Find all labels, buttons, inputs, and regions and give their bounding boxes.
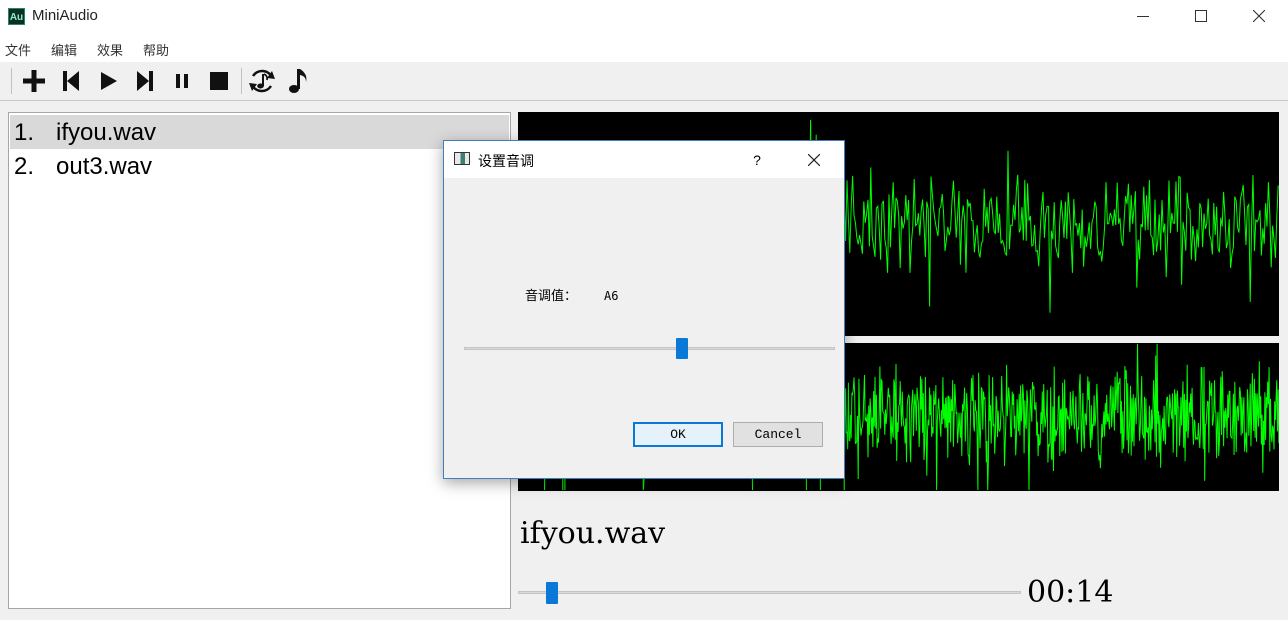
progress-slider-thumb[interactable] — [546, 582, 559, 604]
maximize-icon — [1195, 10, 1207, 22]
cancel-button[interactable]: Cancel — [733, 422, 823, 447]
next-button[interactable] — [130, 67, 160, 95]
time-display: 00:14 — [1027, 575, 1114, 610]
pitch-slider-track[interactable] — [464, 347, 835, 350]
dialog-title-bar: 设置音调 ? — [444, 141, 844, 178]
progress-track[interactable] — [518, 591, 1021, 594]
toolbar-grip — [11, 68, 12, 94]
toolbar — [0, 62, 1288, 101]
previous-button[interactable] — [56, 67, 86, 95]
close-icon — [808, 154, 820, 166]
pause-button[interactable] — [167, 67, 197, 95]
pitch-dialog: 设置音调 ? 音调值： A6 OK Cancel — [443, 140, 845, 479]
play-button[interactable] — [93, 67, 123, 95]
playlist-item-name: out3.wav — [56, 153, 153, 180]
pitch-label: 音调值： — [525, 289, 578, 304]
menu-effects[interactable]: 效果 — [97, 40, 123, 59]
previous-track-icon — [63, 71, 79, 91]
dialog-help-button[interactable]: ? — [742, 149, 772, 171]
maximize-button[interactable] — [1172, 0, 1230, 32]
playlist-item-number: 1. — [14, 119, 35, 146]
music-note-icon — [289, 69, 307, 93]
pitch-button[interactable] — [247, 67, 277, 95]
menu-help[interactable]: 帮助 — [143, 40, 169, 59]
minimize-button[interactable] — [1114, 0, 1172, 32]
playlist-item-name: ifyou.wav — [56, 119, 157, 146]
playlist[interactable]: 1. ifyou.wav 2. out3.wav — [8, 112, 511, 609]
close-icon — [1253, 10, 1265, 22]
now-playing-title: ifyou.wav — [520, 516, 666, 551]
dialog-close-button[interactable] — [796, 146, 832, 174]
ok-button[interactable]: OK — [633, 422, 723, 447]
playlist-item[interactable]: 1. ifyou.wav — [10, 115, 509, 149]
dialog-app-icon — [454, 152, 470, 165]
stop-button[interactable] — [204, 67, 234, 95]
close-button[interactable] — [1230, 0, 1288, 32]
stop-icon — [210, 72, 228, 90]
next-track-icon — [137, 71, 153, 91]
menu-file[interactable]: 文件 — [5, 40, 31, 59]
add-button[interactable] — [19, 67, 49, 95]
playlist-item[interactable]: 2. out3.wav — [10, 149, 509, 183]
pitch-value: A6 — [604, 289, 619, 303]
note-button[interactable] — [283, 67, 313, 95]
add-icon — [23, 70, 45, 92]
pause-icon — [176, 74, 188, 88]
play-icon — [101, 72, 117, 90]
window-title: MiniAudio — [32, 7, 98, 24]
title-bar: Au MiniAudio — [0, 0, 1288, 34]
minimize-icon — [1137, 16, 1149, 17]
playlist-item-number: 2. — [14, 153, 35, 180]
menu-bar: 文件 编辑 效果 帮助 — [0, 34, 1288, 62]
menu-edit[interactable]: 编辑 — [51, 40, 77, 59]
pitch-cycle-icon — [249, 69, 275, 93]
toolbar-separator — [241, 68, 242, 94]
dialog-title: 设置音调 — [478, 154, 534, 170]
pitch-slider-thumb[interactable] — [675, 338, 688, 359]
app-icon: Au — [8, 8, 25, 25]
